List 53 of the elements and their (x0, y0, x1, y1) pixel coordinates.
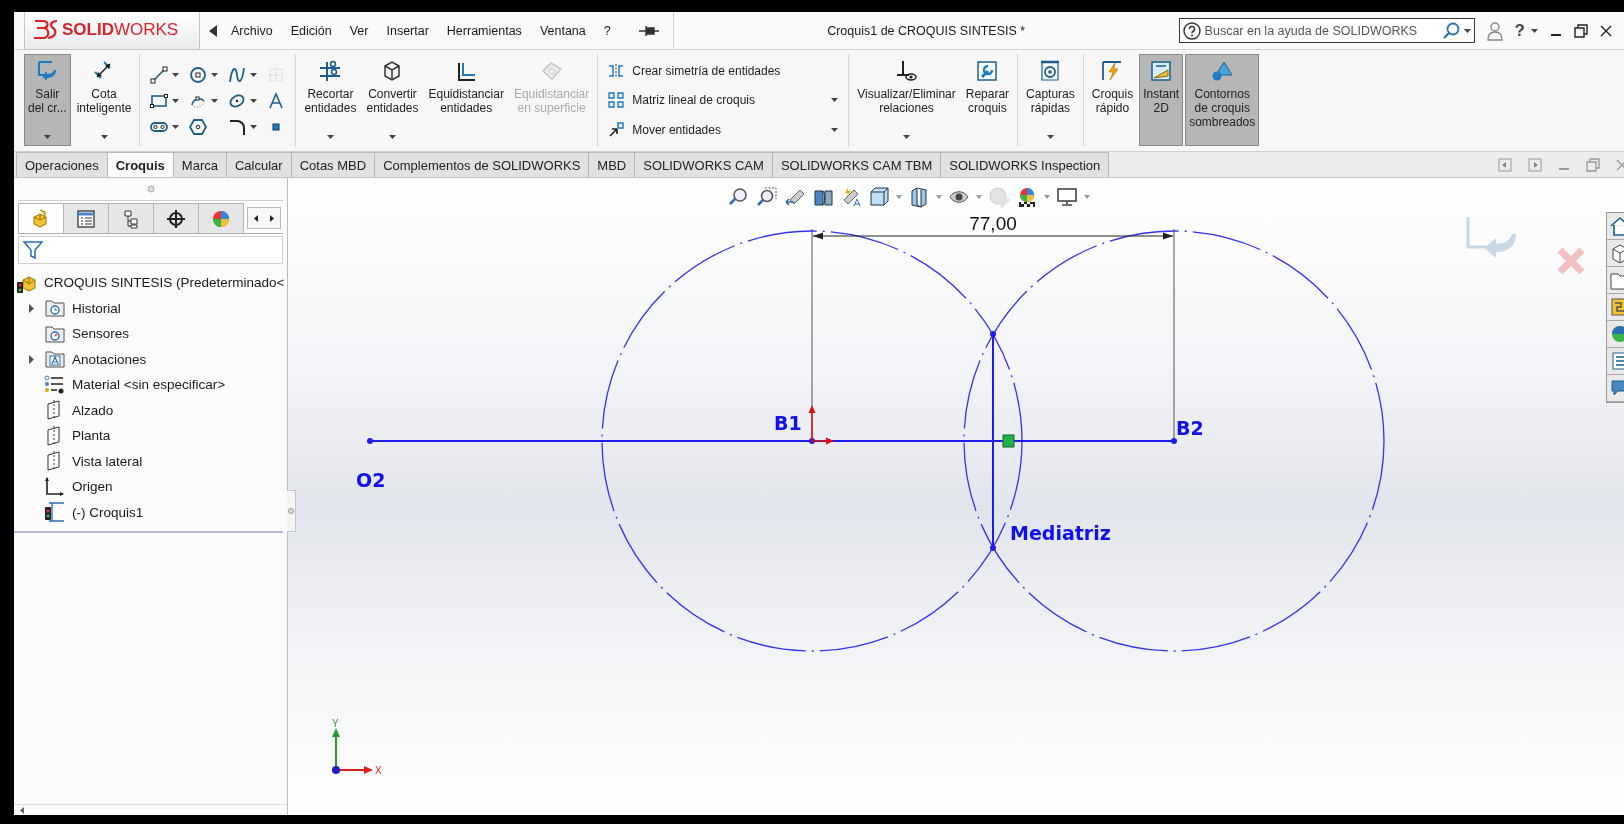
logo-text: SOLIDWORKS (62, 20, 179, 40)
window-title: Croquis1 de CROQUIS SINTESIS * (827, 23, 1026, 38)
ribbon-button[interactable]: Crear simetría de entidades (606, 60, 841, 81)
ribbon-button[interactable]: Mover entidades (606, 120, 841, 141)
tree-item[interactable]: Planta (42, 423, 113, 448)
tab[interactable]: SOLIDWORKS CAM TBM (771, 152, 942, 177)
ribbon-button[interactable]: Convertir entidades (362, 54, 423, 146)
ribbon-button[interactable]: Reparar croquis (961, 54, 1014, 146)
ribbon-button[interactable]: Recortar entidades (300, 54, 361, 146)
help-menu[interactable]: ? (1514, 20, 1525, 41)
menu-item[interactable]: ? (603, 23, 611, 38)
tree-item[interactable]: Sensores (42, 321, 132, 346)
tree-item[interactable]: Vista lateral (42, 449, 145, 474)
ribbon-button[interactable]: Contornos de croquis sombreados (1185, 54, 1260, 146)
tree-item[interactable]: Alzado (42, 398, 116, 423)
menu-item[interactable]: Insertar (386, 23, 429, 38)
dimension-text: 77,00 (969, 213, 1017, 234)
search-field[interactable]: Buscar en la ayuda de SOLIDWORKS (1178, 18, 1475, 43)
tab[interactable]: Calcular (225, 152, 292, 177)
ribbon-button[interactable]: Cota inteligente (72, 54, 136, 146)
tree-item[interactable]: Anotaciones (42, 347, 149, 372)
ribbon-button[interactable]: Equidistanciar entidades (424, 54, 508, 146)
tab[interactable]: MBD (588, 152, 636, 177)
tab[interactable]: Croquis (106, 152, 174, 177)
point-label: O2 (356, 469, 386, 491)
menu-item[interactable]: Ventana (539, 23, 586, 38)
tab[interactable]: SOLIDWORKS CAM (634, 152, 773, 177)
ribbon-button[interactable]: Visualizar/Eliminar relaciones (853, 54, 960, 146)
tab[interactable]: Complementos de SOLIDWORKS (374, 152, 590, 177)
tree-item[interactable]: (-) Croquis1 (42, 500, 146, 525)
tab[interactable]: SOLIDWORKS Inspection (940, 152, 1110, 177)
tab[interactable]: Operaciones (16, 152, 108, 177)
menu-item[interactable]: Edición (290, 23, 332, 38)
ribbon-button[interactable]: Salir del cr... (24, 54, 71, 146)
axis-label: Y (332, 718, 339, 729)
tab[interactable]: Cotas MBD (290, 152, 376, 177)
tree-item[interactable]: Historial (42, 296, 123, 321)
point-label: B1 (774, 412, 802, 434)
logo-tab[interactable]: SOLIDWORKS (24, 12, 200, 50)
menu-item[interactable]: Herramientas (446, 23, 522, 38)
ribbon-button[interactable]: Matriz lineal de croquis (606, 90, 841, 111)
ribbon-button[interactable]: Instant 2D (1139, 54, 1184, 146)
axis-label: X (375, 765, 382, 776)
point-label: B2 (1176, 417, 1204, 439)
ribbon-button[interactable]: Croquis rápido (1087, 54, 1138, 146)
tree-item[interactable]: Origen (42, 474, 115, 499)
point-label: Mediatriz (1010, 522, 1111, 544)
tree-item[interactable]: Material <sin especificar> (42, 372, 228, 397)
tab[interactable]: Marca (172, 152, 227, 177)
tree-item[interactable]: CROQUIS SINTESIS (Predeterminado< (14, 270, 287, 295)
ribbon-button[interactable]: Capturas rápidas (1022, 54, 1079, 146)
menu-item[interactable]: Ver (349, 23, 369, 38)
menu-item[interactable]: Archivo (231, 23, 273, 38)
